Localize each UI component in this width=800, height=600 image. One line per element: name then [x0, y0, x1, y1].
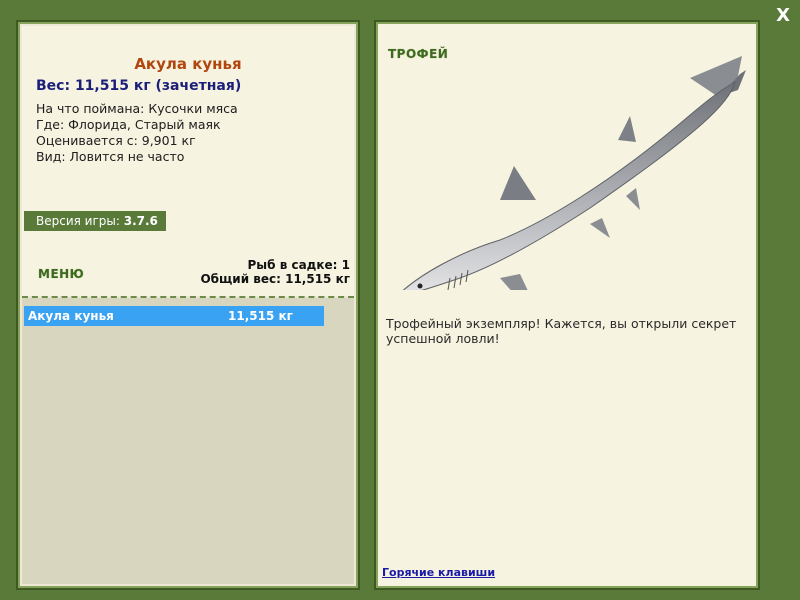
close-button[interactable]: X [776, 5, 790, 27]
fish-weight: Вес: 11,515 кг (зачетная) [36, 78, 242, 94]
game-version-number: 3.7.6 [123, 214, 158, 228]
cage-summary: Рыб в садке: 1 Общий вес: 11,515 кг [200, 258, 350, 286]
game-version: Версия игры: 3.7.6 [24, 211, 166, 231]
cage-item-name: Акула кунья [28, 309, 114, 323]
hotkeys-link[interactable]: Горячие клавиши [382, 566, 495, 579]
cage-list: Акула кунья 11,515 кг [22, 298, 354, 584]
fish-details: Акула кунья Вес: 11,515 кг (зачетная) На… [22, 26, 354, 296]
shark-icon [402, 56, 746, 290]
bait-info: На что поймана: Кусочки мяса [36, 101, 238, 116]
fish-name: Акула кунья [134, 55, 242, 73]
rated-from-info: Оценивается с: 9,901 кг [36, 133, 196, 148]
game-version-label: Версия игры: [36, 214, 120, 228]
fish-info-panel: Акула кунья Вес: 11,515 кг (зачетная) На… [16, 20, 360, 590]
cage-count: Рыб в садке: 1 [247, 258, 351, 272]
cage-item-weight: 11,515 кг [228, 309, 293, 323]
trophy-message: Трофейный экземпляр! Кажется, вы открыли… [386, 316, 737, 346]
cage-total-weight: Общий вес: 11,515 кг [200, 272, 350, 286]
location-info: Где: Флорида, Старый маяк [36, 117, 221, 132]
rarity-info: Вид: Ловится не часто [36, 149, 185, 164]
cage-list-item[interactable]: Акула кунья 11,515 кг [24, 306, 324, 326]
trophy-panel: ТРОФЕЙ Трофейный экземпляр! Кажется, вы … [374, 20, 760, 590]
menu-button[interactable]: МЕНЮ [38, 267, 84, 281]
